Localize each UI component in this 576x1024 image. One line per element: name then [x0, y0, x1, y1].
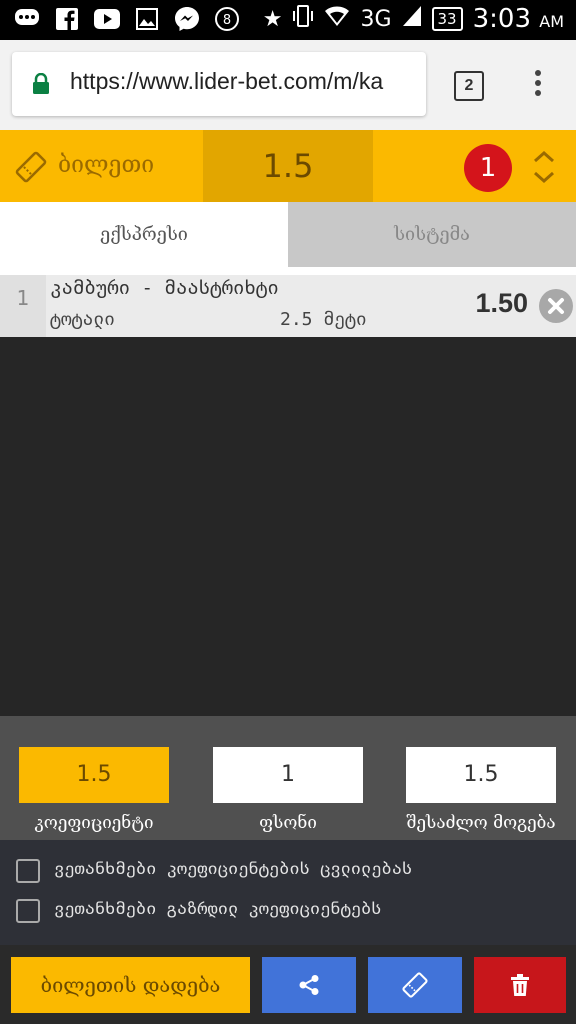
clock: 3:03 AM: [473, 4, 564, 34]
overflow-menu-icon[interactable]: [530, 70, 546, 100]
star-icon: ★: [262, 6, 283, 32]
battery-indicator: 33: [431, 7, 463, 31]
trash-icon: [511, 974, 529, 996]
accept-increased-odds-checkbox[interactable]: [16, 899, 40, 923]
ticket-header[interactable]: ბილეთი 1.5 1: [0, 130, 576, 202]
ticket-icon: [15, 151, 47, 183]
ticket-icon: [402, 972, 428, 998]
remove-bet-button[interactable]: [539, 289, 573, 323]
bet-index: 1: [0, 275, 46, 337]
facebook-icon: [54, 6, 80, 32]
bet-match: კამბური - მაასტრიხტი: [50, 277, 279, 299]
vibrate-icon: [292, 4, 314, 34]
eight-ball-icon: 8: [214, 6, 240, 32]
possible-win-label: შესაძლო მოგება: [406, 813, 556, 833]
bet-market: ტოტალი: [50, 309, 116, 330]
youtube-icon: [94, 6, 120, 32]
svg-text:8: 8: [223, 13, 231, 28]
chat-dots-icon: [14, 6, 40, 32]
bet-line: 2.5 მეტი: [280, 309, 367, 330]
network-type: 3G: [360, 6, 392, 32]
stake-input[interactable]: 1: [213, 747, 363, 803]
accept-odds-change-checkbox[interactable]: [16, 859, 40, 883]
coefficient-value: 1.5: [19, 747, 169, 803]
possible-win-value: 1.5: [406, 747, 556, 803]
tab-system[interactable]: სისტემა: [288, 202, 576, 267]
share-button[interactable]: [262, 957, 356, 1013]
total-odds: 1.5: [262, 147, 314, 185]
tab-express[interactable]: ექსპრესი: [0, 202, 288, 267]
accept-increased-odds-label: ვეთანხმები გაზრდილ კოეფიციენტებს: [54, 899, 382, 919]
accept-odds-change-label: ვეთანხმები კოეფიციენტების ცვლილებას: [54, 859, 413, 879]
delete-ticket-button[interactable]: [474, 957, 566, 1013]
bet-odd: 1.50: [475, 288, 528, 318]
divider: [0, 267, 576, 275]
bet-count-badge: 1: [464, 144, 512, 192]
url-text: https://www.lider-bet.com/m/ka: [70, 68, 384, 94]
stake-label: ფსონი: [259, 813, 317, 833]
address-bar[interactable]: https://www.lider-bet.com/m/ka: [12, 52, 426, 116]
options-panel: ვეთანხმები კოეფიციენტების ცვლილებას ვეთა…: [0, 840, 576, 945]
lock-icon: [33, 73, 49, 94]
clock-time: 3:03: [472, 4, 531, 34]
image-icon: [134, 6, 160, 32]
place-bet-button[interactable]: ბილეთის დადება: [11, 957, 250, 1013]
coefficient-label: კოეფიციენტი: [34, 813, 154, 833]
status-bar: 8 ★ 3G 33 3:03 AM: [0, 0, 576, 40]
bet-row: 1 კამბური - მაასტრიხტი ტოტალი 2.5 მეტი 1…: [0, 275, 576, 337]
ticket-button[interactable]: [368, 957, 462, 1013]
close-icon: [548, 298, 564, 314]
expand-collapse-icon[interactable]: [530, 148, 558, 186]
share-icon: [299, 975, 319, 995]
action-bar: ბილეთის დადება: [0, 945, 576, 1024]
wifi-icon: [324, 5, 350, 33]
messenger-icon: [174, 6, 200, 32]
clock-ampm: AM: [539, 12, 564, 31]
calculation-panel: 1.5 1 1.5 კოეფიციენტი ფსონი შესაძლო მოგე…: [0, 716, 576, 840]
browser-toolbar: https://www.lider-bet.com/m/ka 2: [0, 40, 576, 130]
signal-icon: [402, 5, 422, 33]
tab-switcher-button[interactable]: 2: [454, 71, 484, 101]
ticket-title: ბილეთი: [58, 152, 155, 178]
